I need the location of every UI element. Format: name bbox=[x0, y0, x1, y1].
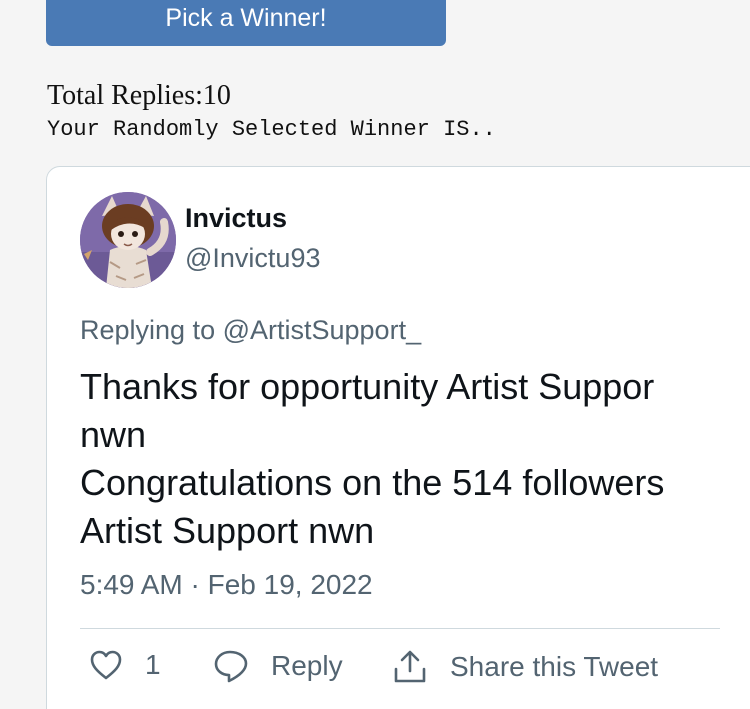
pick-winner-button[interactable]: Pick a Winner! bbox=[46, 0, 446, 46]
heart-icon bbox=[89, 649, 123, 681]
tweet-text-line: Artist Support nwn bbox=[80, 510, 375, 551]
replying-to: Replying to @ArtistSupport_ bbox=[80, 315, 421, 346]
total-replies-label: Total Replies: bbox=[47, 80, 203, 111]
reply-label: Reply bbox=[271, 650, 343, 681]
replying-to-prefix: Replying to bbox=[80, 315, 223, 345]
avatar-image bbox=[80, 192, 176, 288]
winner-announcement: Your Randomly Selected Winner IS.. bbox=[47, 117, 496, 142]
share-arrow-icon bbox=[392, 649, 428, 685]
speech-bubble-icon bbox=[213, 649, 249, 683]
replying-to-mention[interactable]: @ArtistSupport_ bbox=[223, 315, 422, 345]
tweet-text-line: nwn bbox=[80, 414, 147, 455]
like-count: 1 bbox=[145, 649, 161, 680]
like-button[interactable]: 1 bbox=[89, 649, 161, 681]
share-label: Share this Tweet bbox=[450, 651, 659, 682]
tweet-text: Thanks for opportunity Artist Suppor nwn… bbox=[80, 363, 750, 555]
author-display-name[interactable]: Invictus bbox=[185, 203, 287, 234]
total-replies-count: 10 bbox=[202, 80, 231, 111]
divider bbox=[80, 628, 720, 629]
share-tweet-button[interactable]: Share this Tweet bbox=[392, 649, 658, 685]
tweet-card: Invictus @Invictu93 Replying to @ArtistS… bbox=[46, 166, 750, 709]
author-handle[interactable]: @Invictu93 bbox=[185, 243, 320, 274]
tweet-text-line: Congratulations on the 514 followers bbox=[80, 462, 665, 503]
reply-button[interactable]: Reply bbox=[213, 649, 343, 683]
tweet-text-line: Thanks for opportunity Artist Suppor bbox=[80, 366, 655, 407]
avatar[interactable] bbox=[80, 192, 176, 288]
tweet-timestamp[interactable]: 5:49 AM · Feb 19, 2022 bbox=[80, 569, 373, 601]
total-replies: Total Replies:10 bbox=[47, 80, 231, 112]
